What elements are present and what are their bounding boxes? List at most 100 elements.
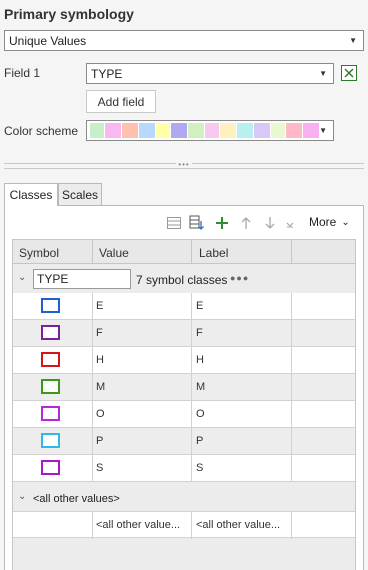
tab-classes[interactable]: Classes	[4, 183, 58, 206]
header-divider	[92, 240, 93, 264]
header-divider	[191, 240, 192, 264]
color-swatch	[286, 123, 302, 138]
more-menu-button[interactable]: More ⌄	[309, 215, 350, 229]
color-swatch	[271, 123, 285, 138]
table-row[interactable]: MM	[13, 374, 355, 401]
tab-scales-label: Scales	[61, 187, 99, 202]
add-all-values-icon[interactable]	[189, 215, 205, 231]
add-field-button[interactable]: Add field	[86, 90, 156, 113]
field1-select[interactable]: TYPE ▼	[86, 63, 334, 84]
chevron-down-icon: ⌄	[341, 216, 350, 228]
header-symbol[interactable]: Symbol	[19, 246, 59, 260]
other-values-label: <all other value...	[196, 519, 281, 531]
chevron-down-icon[interactable]: ⌄	[18, 491, 26, 502]
symbol-swatch[interactable]	[41, 460, 60, 475]
cell-divider	[92, 320, 93, 347]
table-view-icon[interactable]	[166, 215, 182, 231]
color-swatch	[105, 123, 121, 138]
cell-divider	[291, 512, 292, 539]
cell-divider	[191, 401, 192, 428]
cell-divider	[92, 428, 93, 455]
row-label: F	[196, 327, 203, 339]
symbol-swatch[interactable]	[41, 352, 60, 367]
add-field-label: Add field	[97, 94, 145, 109]
color-scheme-swatches	[90, 123, 320, 138]
other-values-row[interactable]: <all other value... <all other value...	[13, 511, 355, 539]
chevron-down-icon[interactable]: ⌄	[18, 272, 26, 283]
tab-scales[interactable]: Scales	[58, 183, 102, 205]
cell-divider	[191, 293, 192, 320]
collapse-icon[interactable]	[282, 215, 298, 231]
header-value[interactable]: Value	[99, 246, 129, 260]
more-label: More	[309, 215, 337, 229]
color-swatch	[237, 123, 253, 138]
group-field-input[interactable]: TYPE	[33, 269, 131, 289]
color-swatch	[254, 123, 270, 138]
other-values-group-label: <all other values>	[33, 493, 120, 505]
chevron-down-icon: ▼	[319, 69, 327, 78]
header-label[interactable]: Label	[199, 246, 228, 260]
cell-divider	[291, 455, 292, 482]
cell-divider	[291, 374, 292, 401]
color-swatch	[188, 123, 204, 138]
cell-divider	[191, 428, 192, 455]
table-row[interactable]: EE	[13, 293, 355, 320]
table-row[interactable]: FF	[13, 320, 355, 347]
color-swatch	[171, 123, 187, 138]
cell-divider	[92, 455, 93, 482]
pane-divider-lower	[4, 168, 364, 169]
row-label: M	[196, 381, 206, 393]
row-value: O	[96, 408, 105, 420]
table-row[interactable]: HH	[13, 347, 355, 374]
cell-divider	[191, 374, 192, 401]
cell-divider	[92, 293, 93, 320]
group-header-row: ⌄ TYPE 7 symbol classes ●●●	[13, 265, 355, 293]
symbol-swatch[interactable]	[41, 406, 60, 421]
resize-grip-icon[interactable]: •••	[176, 161, 192, 169]
cell-divider	[291, 401, 292, 428]
symbol-swatch[interactable]	[41, 298, 60, 313]
color-swatch	[220, 123, 236, 138]
color-scheme-select[interactable]: ▼	[86, 120, 334, 141]
cell-divider	[291, 428, 292, 455]
cell-divider	[191, 455, 192, 482]
symbol-swatch[interactable]	[41, 379, 60, 394]
move-up-icon[interactable]	[238, 215, 254, 231]
classes-grid: Symbol Value Label ⌄ TYPE 7 symbol class…	[12, 239, 356, 570]
color-swatch	[139, 123, 155, 138]
cell-divider	[191, 320, 192, 347]
row-label: H	[196, 354, 204, 366]
cell-divider	[92, 512, 93, 539]
cell-divider	[291, 293, 292, 320]
tab-classes-label: Classes	[9, 188, 53, 202]
symbology-select-value: Unique Values	[9, 33, 87, 48]
color-scheme-label: Color scheme	[4, 124, 79, 138]
table-row[interactable]: OO	[13, 401, 355, 428]
cell-divider	[92, 347, 93, 374]
group-field-value: TYPE	[37, 272, 69, 286]
chevron-down-icon: ▼	[349, 36, 357, 45]
row-label: E	[196, 300, 204, 312]
symbology-select[interactable]: Unique Values ▼	[4, 30, 364, 51]
move-down-icon[interactable]	[262, 215, 278, 231]
table-row[interactable]: PP	[13, 428, 355, 455]
color-swatch	[205, 123, 219, 138]
group-options-icon[interactable]: ●●●	[230, 273, 249, 283]
other-values-group-row: ⌄ <all other values>	[13, 484, 355, 511]
row-value: S	[96, 462, 104, 474]
sql-query-icon[interactable]	[341, 65, 357, 81]
chevron-down-icon: ▼	[319, 126, 327, 135]
row-value: P	[96, 435, 104, 447]
other-values-value: <all other value...	[96, 519, 181, 531]
color-swatch	[303, 123, 319, 138]
color-swatch	[90, 123, 104, 138]
row-value: F	[96, 327, 103, 339]
primary-symbology-heading: Primary symbology	[4, 6, 134, 22]
row-value: M	[96, 381, 106, 393]
symbol-swatch[interactable]	[41, 325, 60, 340]
symbol-swatch[interactable]	[41, 433, 60, 448]
row-label: P	[196, 435, 204, 447]
color-swatch	[156, 123, 170, 138]
table-row[interactable]: SS	[13, 455, 355, 482]
add-value-icon[interactable]	[214, 215, 230, 231]
